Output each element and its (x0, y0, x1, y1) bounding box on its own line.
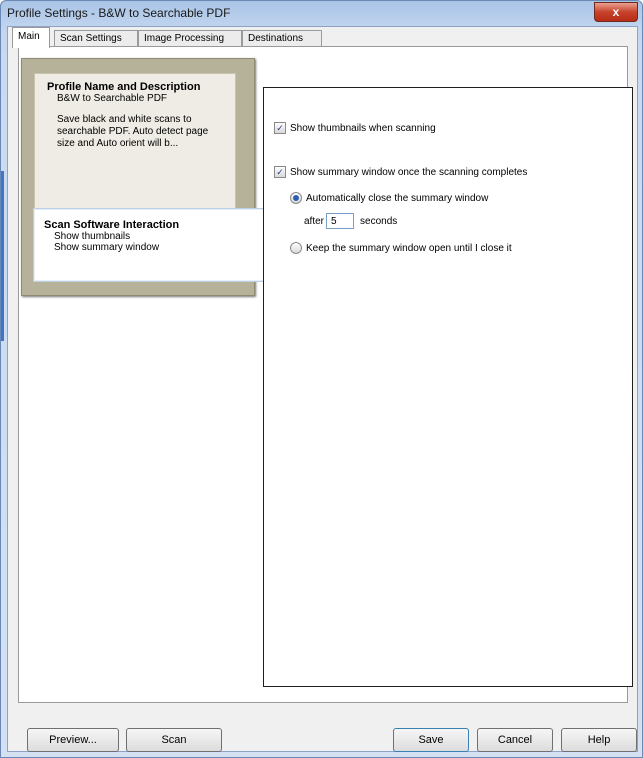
keep-open-label: Keep the summary window open until I clo… (306, 242, 512, 254)
nav-item-scan-software-interaction[interactable]: Scan Software Interaction Show thumbnail… (33, 208, 267, 282)
save-button[interactable]: Save (393, 728, 469, 752)
nav-profile-title: Profile Name and Description (47, 81, 201, 93)
nav-profile-name: B&W to Searchable PDF (57, 93, 168, 104)
nav-item-profile[interactable]: Profile Name and Description B&W to Sear… (34, 73, 236, 211)
tab-main[interactable]: Main (12, 27, 50, 48)
window-title: Profile Settings - B&W to Searchable PDF (7, 6, 231, 20)
show-summary-option[interactable]: ✓ Show summary window once the scanning … (274, 166, 527, 178)
help-button[interactable]: Help (561, 728, 637, 752)
show-thumbnails-label: Show thumbnails when scanning (290, 122, 436, 134)
auto-close-label: Automatically close the summary window (306, 192, 489, 204)
tab-image-processing[interactable]: Image Processing (138, 30, 242, 46)
show-thumbnails-option[interactable]: ✓ Show thumbnails when scanning (274, 122, 436, 134)
nav-interaction-line1: Show thumbnails (54, 231, 131, 242)
profile-settings-window: Profile Settings - B&W to Searchable PDF… (0, 0, 643, 758)
options-pane: ✓ Show thumbnails when scanning ✓ Show s… (263, 87, 633, 687)
auto-close-radio[interactable] (290, 192, 302, 204)
after-seconds-row: after 5 seconds (304, 213, 397, 229)
scan-button[interactable]: Scan (126, 728, 222, 752)
tab-scan-settings[interactable]: Scan Settings (54, 30, 138, 46)
show-summary-checkbox[interactable]: ✓ (274, 166, 286, 178)
keep-open-option[interactable]: Keep the summary window open until I clo… (290, 242, 512, 254)
after-label: after (304, 215, 325, 227)
show-summary-label: Show summary window once the scanning co… (290, 166, 528, 178)
show-thumbnails-checkbox[interactable]: ✓ (274, 122, 286, 134)
close-button[interactable]: x (594, 2, 638, 22)
auto-close-option[interactable]: Automatically close the summary window (290, 192, 488, 204)
tab-destinations[interactable]: Destinations (242, 30, 322, 46)
cancel-button[interactable]: Cancel (477, 728, 553, 752)
close-icon: x (612, 5, 620, 19)
title-bar[interactable]: Profile Settings - B&W to Searchable PDF… (1, 1, 642, 25)
seconds-input[interactable]: 5 (326, 213, 355, 229)
window-edge-accent (1, 171, 4, 341)
keep-open-radio[interactable] (290, 242, 302, 254)
seconds-label: seconds (360, 215, 398, 227)
preview-button[interactable]: Preview... (27, 728, 119, 752)
nav-profile-description: Save black and white scans to searchable… (57, 114, 209, 149)
nav-interaction-title: Scan Software Interaction (44, 219, 180, 231)
nav-interaction-line2: Show summary window (54, 242, 160, 253)
